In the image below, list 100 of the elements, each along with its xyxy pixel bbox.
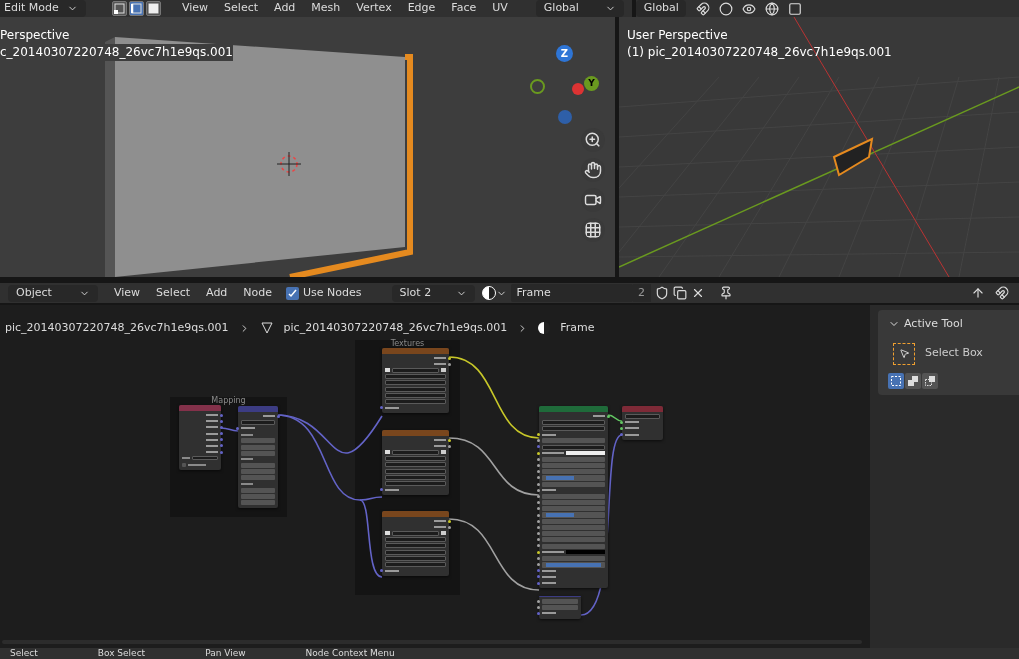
node-header[interactable] [382,430,449,436]
dropdown-field[interactable] [385,468,446,474]
dropdown-field[interactable] [385,392,446,398]
number-field[interactable] [241,487,275,493]
number-field[interactable] [542,463,605,469]
number-field[interactable] [542,531,605,537]
shader-node[interactable] [382,430,449,495]
new-selection-icon[interactable] [888,372,904,389]
number-field[interactable] [542,456,605,462]
checkbox-box[interactable] [286,286,300,300]
menu-item[interactable]: Add [266,0,304,17]
number-field[interactable] [241,450,275,456]
number-field[interactable] [542,537,605,543]
image-field[interactable] [392,367,439,373]
node-header[interactable] [539,406,608,412]
dropdown-field[interactable] [385,456,446,462]
dropdown-field[interactable] [385,374,446,380]
face-select-icon[interactable] [146,1,161,16]
menu-item[interactable]: Edge [399,0,444,17]
value-slider[interactable] [542,561,605,568]
dropdown-field[interactable] [625,413,660,419]
orientation-dropdown[interactable]: Global [535,0,624,17]
magnet-icon[interactable] [995,286,1009,300]
menu-item[interactable]: View [174,0,217,17]
viewport[interactable]: User Perspective (1) pic_20140307220748_26vc7h1e9qs.001 [619,17,1019,277]
dropdown-field[interactable] [385,549,446,555]
node-header[interactable] [622,406,663,412]
menu-item[interactable]: Mesh [303,0,349,17]
panel-title[interactable]: Active Tool [904,316,963,333]
shader-node[interactable] [238,406,278,508]
number-field[interactable] [542,481,605,487]
dropdown-field[interactable] [385,386,446,392]
node-header[interactable] [238,406,278,412]
proportional-edit-icon[interactable] [718,1,733,16]
number-field[interactable] [542,555,605,561]
dropdown-field[interactable] [241,419,275,425]
menu-item[interactable]: Add [198,284,236,302]
material-name-field[interactable]: Frame [510,284,633,302]
fake-user-icon[interactable] [654,286,669,300]
gizmo-y-axis[interactable]: Y [584,76,599,91]
menu-item[interactable]: UV [484,0,516,17]
folder-icon[interactable] [441,450,446,455]
number-field[interactable] [542,604,578,610]
menu-item[interactable]: Vertex [348,0,400,17]
shader-node[interactable] [539,596,581,619]
number-field[interactable] [542,506,605,512]
eye-icon[interactable] [741,1,756,16]
dropdown-field[interactable] [542,444,605,450]
edge-select-icon[interactable] [129,1,144,16]
number-field[interactable] [241,469,275,475]
select-box-icon[interactable] [893,342,915,365]
globe-icon[interactable] [764,1,779,16]
gizmo-z-axis[interactable]: Z [556,45,573,62]
menu-item[interactable]: Node [235,284,281,302]
dropdown-field[interactable] [385,474,446,480]
extend-selection-icon[interactable] [905,372,921,389]
editor-type-dropdown[interactable]: Object [8,284,98,302]
node-canvas[interactable]: pic_20140307220748_26vc7h1e9qs.001 pic_20140307220748_26vc7h1e9qs.001 Frame Mapping Textures [0,305,870,648]
number-field[interactable] [241,438,275,444]
node-header[interactable] [382,511,449,517]
number-field[interactable] [542,518,605,524]
dropdown-field[interactable] [385,561,446,567]
number-field[interactable] [241,444,275,450]
number-field[interactable] [542,469,605,475]
menu-item[interactable]: View [106,284,149,302]
dropdown-field[interactable] [385,398,446,404]
user-count[interactable]: 2 [632,284,651,302]
dropdown-field[interactable] [385,380,446,386]
image-icon[interactable] [385,450,390,455]
pin-icon[interactable] [718,286,733,300]
folder-icon[interactable] [441,368,446,373]
node-header[interactable] [179,405,221,411]
magnet-icon[interactable] [695,1,710,16]
number-field[interactable] [241,475,275,481]
image-field[interactable] [392,449,439,455]
number-field[interactable] [542,598,578,604]
menu-item[interactable]: Select [148,284,199,302]
number-field[interactable] [241,463,275,469]
checkbox[interactable] [182,462,186,467]
number-field[interactable] [542,438,605,444]
copy-icon[interactable] [672,286,687,300]
dropdown-field[interactable] [385,462,446,468]
shader-node[interactable] [622,406,663,440]
use-nodes-checkbox[interactable]: Use Nodes [286,284,362,302]
slot-dropdown[interactable]: Slot 2 [391,284,475,302]
dropdown-field[interactable] [385,543,446,549]
subtract-selection-icon[interactable] [922,372,938,389]
color-swatch[interactable] [566,451,605,456]
number-field[interactable] [241,500,275,506]
image-icon[interactable] [385,531,390,536]
shader-node[interactable] [382,348,449,413]
folder-icon[interactable] [441,531,446,536]
dropdown-field[interactable] [385,537,446,543]
value-slider[interactable] [542,474,605,481]
number-field[interactable] [542,494,605,500]
image-field[interactable] [392,530,439,536]
node-header[interactable] [382,348,449,354]
square-icon[interactable] [787,1,802,16]
viewport[interactable]: Perspective c_20140307220748_26vc7h1e9qs.001 Z Y [0,17,615,277]
dropdown-field[interactable] [542,425,605,431]
